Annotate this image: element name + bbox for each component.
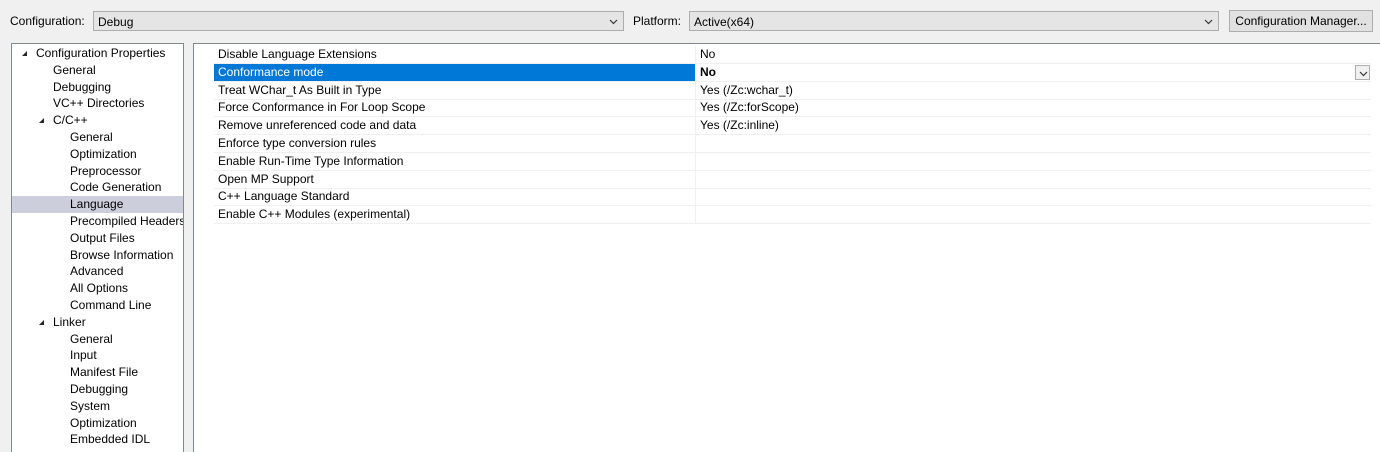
property-name: Enable C++ Modules (experimental) — [218, 207, 411, 222]
property-name: Treat WChar_t As Built in Type — [218, 82, 382, 97]
tree-item-label: Language — [70, 197, 124, 212]
property-value[interactable]: No — [695, 46, 1371, 63]
tree-item[interactable]: Optimization — [12, 146, 183, 163]
property-grid: Disable Language Extensions No Conformance… — [193, 43, 1380, 452]
tree-item-label: General — [53, 62, 96, 77]
property-name: Disable Language Extensions — [218, 47, 377, 61]
tree-item[interactable]: Embedded IDL — [12, 431, 183, 448]
property-row[interactable]: C++ Language Standard — [214, 188, 1371, 207]
tree-item-label: All Options — [70, 281, 129, 296]
property-value[interactable]: No — [695, 63, 1371, 81]
property-value[interactable] — [695, 135, 1371, 152]
tree-item-label: C/C++ — [53, 113, 88, 128]
tree-item[interactable]: Precompiled Headers — [12, 213, 183, 230]
tree-item[interactable]: All Options — [12, 280, 183, 297]
tree-item-label: Command Line — [70, 298, 152, 312]
property-row[interactable]: Enable Run-Time Type Information — [214, 152, 1371, 171]
tree-item[interactable]: Code Generation — [12, 179, 183, 196]
property-row[interactable]: Force Conformance in For Loop Scope Yes (… — [214, 99, 1371, 118]
tree-item-label: Debugging — [53, 79, 112, 94]
property-row[interactable]: Open MP Support — [214, 170, 1371, 189]
tree-item[interactable]: Advanced — [12, 263, 183, 280]
tree-item-label: Embedded IDL — [70, 432, 151, 447]
property-name: Open MP Support — [218, 171, 314, 186]
tree-item[interactable]: Configuration Properties — [12, 45, 183, 62]
tree-item-label: Preprocessor — [70, 163, 142, 178]
tree-item[interactable]: Debugging — [12, 381, 183, 398]
tree-item[interactable]: Debugging — [12, 79, 183, 96]
tree-item[interactable]: General — [12, 331, 183, 348]
configuration-dropdown[interactable]: Debug — [93, 11, 624, 31]
collapse-triangle-icon[interactable] — [38, 319, 45, 326]
platform-dropdown[interactable]: Active(x64) — [689, 11, 1219, 31]
tree-item-label: General — [70, 331, 113, 346]
property-name: C++ Language Standard — [218, 189, 350, 204]
tree-item-label: Precompiled Headers — [70, 214, 184, 228]
tree-item-label: Configuration Properties — [36, 46, 166, 60]
property-name: Conformance mode — [214, 63, 695, 81]
configuration-manager-button[interactable]: Configuration Manager... — [1229, 10, 1373, 32]
chevron-down-icon — [609, 19, 618, 25]
tree-item[interactable]: General — [12, 129, 183, 146]
tree-item[interactable]: Optimization — [12, 415, 183, 432]
property-name: Remove unreferenced code and data — [218, 118, 417, 133]
collapse-triangle-icon[interactable] — [21, 50, 28, 57]
property-row[interactable]: Enable C++ Modules (experimental) — [214, 206, 1371, 225]
tree-item-label: System — [70, 398, 111, 413]
tree-item[interactable]: General — [12, 62, 183, 79]
tree-item-label: General — [70, 130, 113, 144]
tree-item-label: Input — [70, 348, 97, 363]
configuration-label: Configuration: — [10, 14, 85, 28]
tree-item[interactable]: Manifest File — [12, 364, 183, 381]
toolbar: Configuration: Debug Platform: Active(x6… — [0, 0, 1380, 42]
tree-item-label: Output Files — [70, 230, 135, 245]
property-tree: Configuration Properties General Debugging… — [11, 43, 184, 452]
tree-item[interactable]: Linker — [12, 314, 183, 331]
tree-item-label: Optimization — [70, 146, 137, 161]
property-row[interactable]: Conformance mode No — [214, 63, 1371, 82]
tree-item[interactable]: VC++ Directories — [12, 95, 183, 112]
chevron-down-icon — [1359, 71, 1368, 77]
tree-item-label: Optimization — [70, 415, 137, 430]
tree-item[interactable]: C/C++ — [12, 112, 183, 129]
tree-item-label: Code Generation — [70, 180, 162, 195]
tree-item[interactable]: Command Line — [12, 297, 183, 314]
tree-item[interactable]: Language — [12, 196, 183, 214]
property-row[interactable]: Treat WChar_t As Built in Type Yes (/Zc:w… — [214, 81, 1371, 100]
property-value[interactable] — [695, 206, 1371, 224]
tree-item[interactable]: Input — [12, 347, 183, 364]
tree-item[interactable]: Output Files — [12, 230, 183, 247]
property-value[interactable]: Yes (/Zc:wchar_t) — [695, 81, 1371, 99]
property-value[interactable]: Yes (/Zc:inline) — [695, 117, 1371, 135]
property-value[interactable] — [695, 170, 1371, 188]
platform-label: Platform: — [633, 14, 682, 28]
tree-item-label: VC++ Directories — [53, 96, 145, 111]
value-dropdown-button[interactable] — [1355, 64, 1370, 80]
configuration-value: Debug — [98, 15, 134, 29]
property-name: Enable Run-Time Type Information — [218, 153, 404, 168]
property-row[interactable]: Disable Language Extensions No — [214, 46, 1371, 64]
property-row[interactable]: Remove unreferenced code and data Yes (/Z… — [214, 117, 1371, 136]
property-row[interactable]: Enforce type conversion rules — [214, 135, 1371, 153]
property-value[interactable] — [695, 188, 1371, 206]
tree-item-label: Linker — [53, 314, 86, 329]
collapse-triangle-icon[interactable] — [38, 117, 45, 124]
property-name: Force Conformance in For Loop Scope — [218, 100, 426, 115]
tree-item-label: Browse Information — [70, 247, 174, 262]
property-name: Enforce type conversion rules — [218, 136, 377, 150]
tree-item[interactable]: Preprocessor — [12, 163, 183, 180]
property-value[interactable] — [695, 152, 1371, 170]
property-value[interactable]: Yes (/Zc:forScope) — [695, 99, 1371, 117]
platform-value: Active(x64) — [694, 15, 755, 29]
tree-item-label: Advanced — [70, 264, 124, 279]
chevron-down-icon — [1204, 19, 1213, 25]
tree-item[interactable]: System — [12, 398, 183, 415]
tree-item[interactable]: Browse Information — [12, 247, 183, 264]
tree-item-label: Manifest File — [70, 365, 139, 380]
tree-item-label: Debugging — [70, 382, 129, 396]
